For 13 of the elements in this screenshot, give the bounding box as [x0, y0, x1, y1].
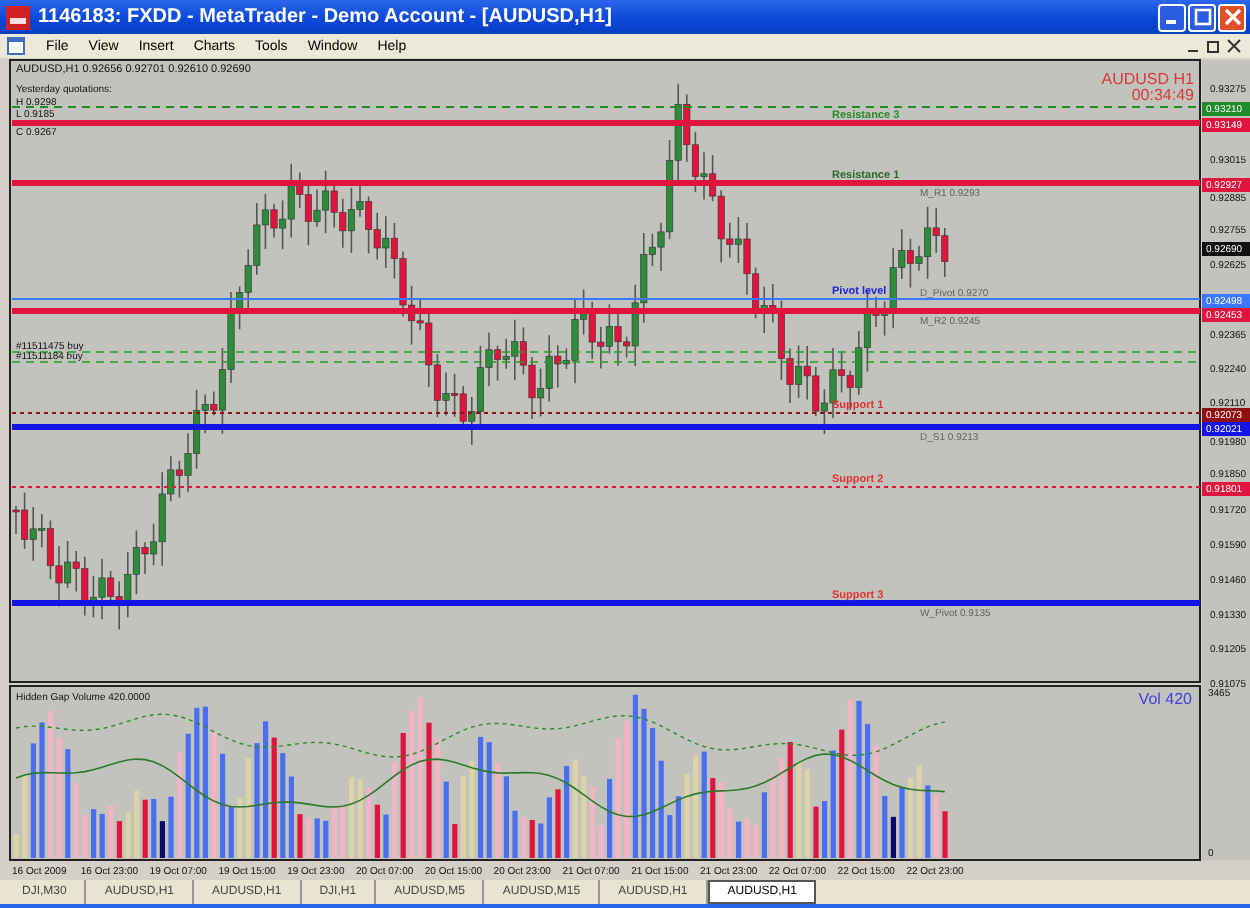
- restore-icon[interactable]: [1206, 38, 1222, 54]
- minimize-button[interactable]: [1158, 3, 1186, 31]
- app-icon: [6, 5, 30, 29]
- document-icon: [6, 36, 26, 56]
- maximize-icon: [1193, 8, 1211, 26]
- window-title: 1146183: FXDD - MetaTrader - Demo Account - [AUDUSD,H1]: [38, 6, 612, 28]
- close-icon: [1223, 8, 1241, 26]
- maximize-button[interactable]: [1188, 3, 1216, 31]
- timer-label: 00:34:49: [1131, 86, 1194, 104]
- close-icon[interactable]: [1226, 38, 1242, 54]
- volume-reading: Vol 420: [1138, 690, 1192, 708]
- close-button[interactable]: [1218, 3, 1246, 31]
- symbol-label: AUDUSD H1: [1101, 70, 1194, 88]
